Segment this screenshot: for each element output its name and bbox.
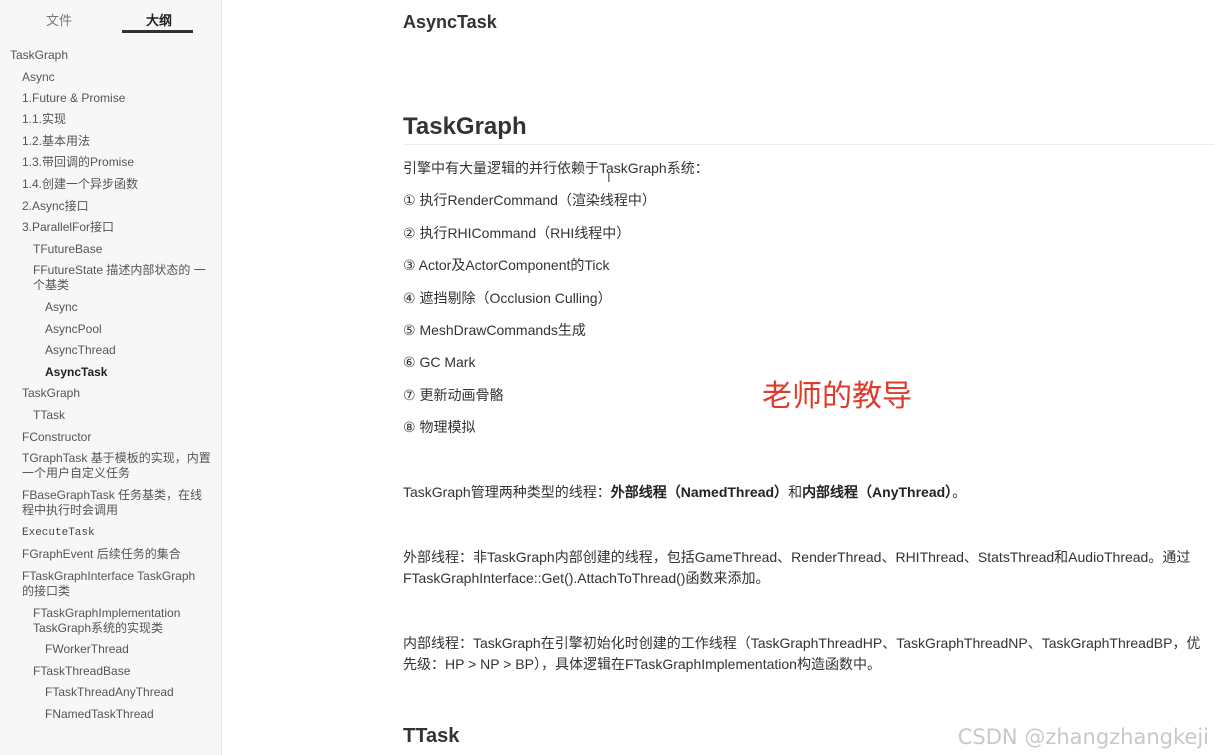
outline-item[interactable]: TGraphTask 基于模板的实现，内置一个用户自定义任务 [22,451,212,481]
list-item: ⑤ MeshDrawCommands生成 [403,322,586,338]
outline-item[interactable]: 1.3.带回调的Promise [22,155,134,170]
outline-item[interactable]: FGraphEvent 后续任务的集合 [22,547,181,562]
outline-item[interactable]: 1.1.实现 [22,112,66,127]
outline-item[interactable]: Async [22,70,55,85]
internal-thread-term: 内部线程（AnyThread） [802,484,953,500]
heading-divider [403,144,1215,145]
outline-item[interactable]: FConstructor [22,430,91,445]
thread-types-paragraph: TaskGraph管理两种类型的线程：外部线程（NamedThread）和内部线… [403,482,966,503]
outline-item[interactable]: 1.4.创建一个异步函数 [22,177,138,192]
list-item: ⑥ GC Mark [403,354,476,370]
heading-taskgraph: TaskGraph [403,113,527,140]
intro-paragraph: 引擎中有大量逻辑的并行依赖于TaskGraph系统： [403,160,709,176]
active-tab-indicator [122,30,193,33]
sidebar-tabs: 文件 大纲 [0,0,221,40]
outline-item-active[interactable]: AsyncTask [45,365,107,380]
watermark: CSDN @zhangzhangkeji [957,725,1209,749]
list-item: ③ Actor及ActorComponent的Tick [403,257,610,273]
outline-item[interactable]: FTaskThreadBase [33,664,130,679]
thread-types-and: 和 [788,484,803,500]
outline-item[interactable]: 3.ParallelFor接口 [22,220,114,235]
list-item: ⑦ 更新动画骨骼 [403,387,504,403]
list-item: ⑧ 物理模拟 [403,419,476,435]
outline-item[interactable]: 1.2.基本用法 [22,134,90,149]
list-item: ② 执行RHICommand（RHI线程中） [403,225,631,241]
external-thread-term: 外部线程（NamedThread） [610,484,789,500]
overlay-annotation: 老师的教导 [762,379,912,414]
outline-item[interactable]: FTaskGraphInterface TaskGraph的接口类 [22,569,202,599]
outline-item[interactable]: FTaskThreadAnyThread [45,685,174,700]
document-content: AsyncTask TaskGraph 引擎中有大量逻辑的并行依赖于TaskGr… [222,0,1215,755]
outline-item[interactable]: TTask [33,408,65,423]
text-cursor-icon: I [607,170,611,185]
heading-ttask: TTask [403,725,460,747]
tab-outline[interactable]: 大纲 [146,10,172,29]
outline-item[interactable]: 1.Future & Promise [22,91,125,106]
tab-files[interactable]: 文件 [46,10,72,29]
heading-asynctask: AsyncTask [403,12,497,32]
outline-item[interactable]: FNamedTaskThread [45,707,154,722]
external-thread-paragraph: 外部线程：非TaskGraph内部创建的线程，包括GameThread、Rend… [403,549,1191,586]
outline-item[interactable]: FBaseGraphTask 任务基类，在线程中执行时会调用 [22,488,212,518]
thread-types-end: 。 [952,484,967,500]
outline-item[interactable]: AsyncPool [45,322,102,337]
outline-item[interactable]: 2.Async接口 [22,199,89,214]
list-item: ① 执行RenderCommand（渲染线程中） [403,192,656,208]
outline-item[interactable]: ExecuteTask [22,526,95,541]
outline-item[interactable]: FWorkerThread [45,642,129,657]
outline-item[interactable]: FTaskGraphImplementation TaskGraph系统的实现类 [33,606,183,636]
outline-item[interactable]: TaskGraph [22,386,80,401]
outline-item[interactable]: Async [45,300,78,315]
list-item: ④ 遮挡剔除（Occlusion Culling） [403,290,612,306]
outline-item[interactable]: TaskGraph [10,48,68,63]
outline-item[interactable]: AsyncThread [45,343,116,358]
outline-item[interactable]: TFutureBase [33,242,102,257]
outline-sidebar: 文件 大纲 TaskGraph Async 1.Future & Promise… [0,0,222,755]
internal-thread-paragraph: 内部线程：TaskGraph在引擎初始化时创建的工作线程（TaskGraphTh… [403,635,1201,672]
thread-types-prefix: TaskGraph管理两种类型的线程： [403,484,611,500]
outline-item[interactable]: FFutureState 描述内部状态的 一个基类 [33,263,209,293]
